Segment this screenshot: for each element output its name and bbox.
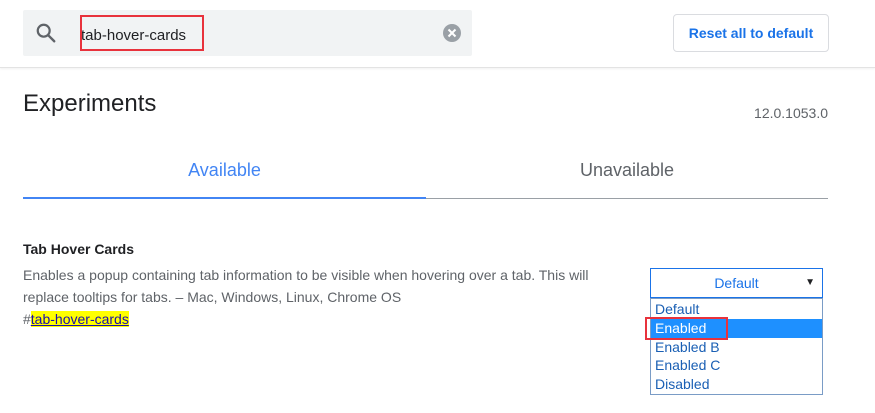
tab-divider: [426, 198, 828, 199]
search-box[interactable]: tab-hover-cards: [23, 10, 472, 56]
option-enabled-c[interactable]: Enabled C: [651, 356, 822, 375]
experiment-description: Enables a popup containing tab informati…: [23, 267, 589, 305]
option-disabled[interactable]: Disabled: [651, 375, 822, 394]
experiment-link-tag[interactable]: tab-hover-cards: [30, 311, 129, 327]
dropdown-arrow-icon: ▼: [805, 277, 815, 288]
tab-bar: Available Unavailable: [23, 140, 828, 199]
tab-available[interactable]: Available: [23, 140, 426, 198]
page-title: Experiments: [23, 90, 157, 117]
reset-all-button[interactable]: Reset all to default: [673, 14, 829, 52]
experiment-title: Tab Hover Cards: [23, 241, 134, 257]
enabled-highlight-box: [645, 317, 728, 340]
experiment-select[interactable]: Default ▼: [650, 268, 823, 298]
version-label: 12.0.1053.0: [754, 105, 828, 121]
option-enabled-b[interactable]: Enabled B: [651, 338, 822, 357]
top-toolbar: tab-hover-cards Reset all to default: [0, 0, 875, 68]
search-icon: [36, 23, 56, 43]
select-value: Default: [714, 275, 759, 291]
tab-unavailable[interactable]: Unavailable: [426, 140, 828, 198]
dropdown-list: Default Enabled Enabled B Enabled C Disa…: [650, 298, 823, 395]
clear-search-icon[interactable]: [442, 23, 462, 43]
search-highlight-box: [80, 15, 204, 51]
experiment-link: #tab-hover-cards: [23, 311, 129, 327]
active-tab-indicator: [23, 197, 426, 199]
experiment-link-hash: #: [23, 311, 31, 327]
